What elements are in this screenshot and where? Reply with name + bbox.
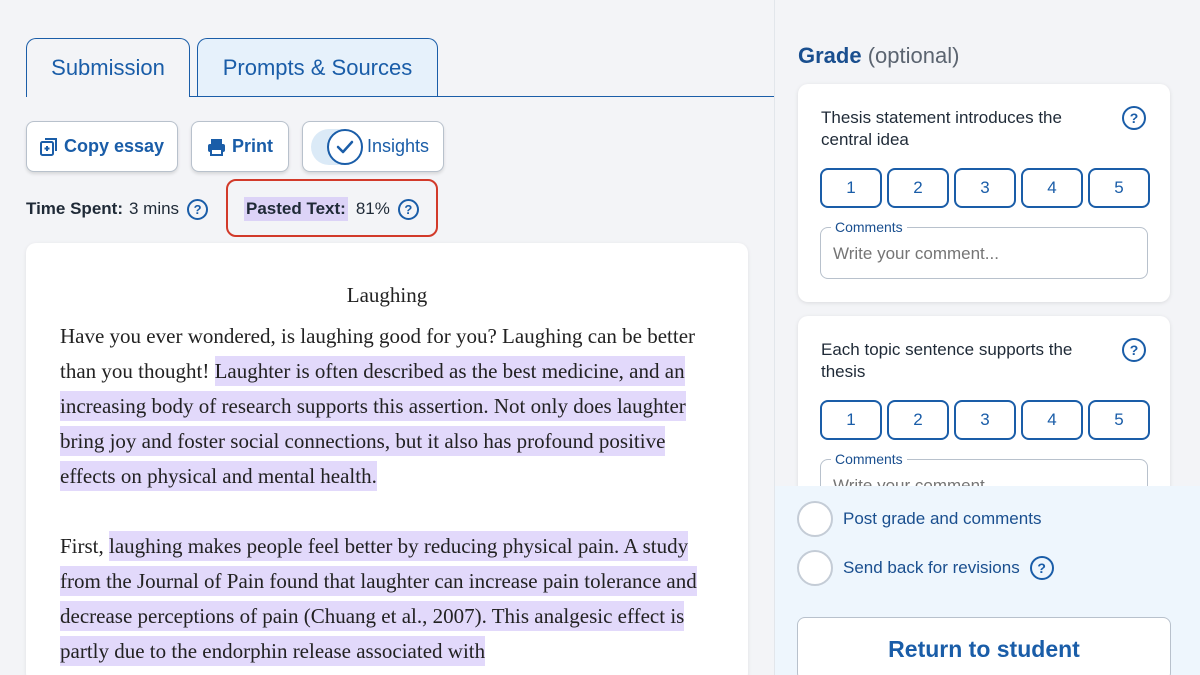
comment-input[interactable] [833, 244, 1133, 264]
print-button[interactable]: Print [191, 121, 289, 172]
score-button-5[interactable]: 5 [1088, 168, 1150, 208]
grading-panel: Grade (optional) Thesis statement introd… [774, 0, 1200, 675]
time-spent: Time Spent: 3 mins ? [26, 196, 209, 222]
pasted-text-value: 81% [355, 199, 390, 218]
post-grade-radio[interactable] [797, 501, 833, 537]
check-icon [327, 128, 363, 165]
time-spent-value: 3 mins [128, 199, 180, 218]
send-back-radio[interactable] [797, 550, 833, 586]
print-label: Print [231, 136, 273, 156]
essay-paragraph: Have you ever wondered, is laughing good… [60, 319, 714, 494]
score-button-3[interactable]: 3 [954, 400, 1016, 440]
essay-text: First, [60, 534, 110, 558]
grade-actions-footer: Post grade and comments Send back for re… [775, 486, 1200, 675]
score-button-4[interactable]: 4 [1021, 168, 1083, 208]
score-buttons: 1 2 3 4 5 [820, 168, 1155, 208]
tab-bar: Submission Prompts & Sources [26, 38, 438, 97]
tab-prompts-sources[interactable]: Prompts & Sources [197, 38, 438, 97]
insights-toggle[interactable]: Insights [302, 121, 444, 172]
printer-icon [207, 138, 226, 156]
grade-heading: Grade (optional) [798, 43, 959, 69]
criterion-help-icon[interactable]: ? [1122, 338, 1146, 362]
pasted-highlight: laughing makes people feel better by red… [60, 531, 697, 666]
essay-document: Laughing Have you ever wondered, is laug… [26, 243, 748, 675]
essay-paragraph: First, laughing makes people feel better… [60, 529, 714, 669]
comment-label: Comments [831, 219, 907, 235]
toolbar: Copy essay Print Insights [26, 121, 444, 172]
score-button-2[interactable]: 2 [887, 168, 949, 208]
time-spent-help-icon[interactable]: ? [187, 198, 209, 220]
insights-label: Insights [367, 136, 430, 156]
score-button-4[interactable]: 4 [1021, 400, 1083, 440]
copy-essay-label: Copy essay [63, 136, 165, 156]
criterion-text: Thesis statement introduces the central … [821, 108, 1062, 149]
grade-title: Grade [798, 43, 862, 68]
score-button-2[interactable]: 2 [887, 400, 949, 440]
tab-submission[interactable]: Submission [26, 38, 190, 97]
score-button-3[interactable]: 3 [954, 168, 1016, 208]
post-grade-label: Post grade and comments [843, 509, 1042, 528]
pasted-text-label: Pasted Text: [244, 197, 348, 221]
insights-switch[interactable] [311, 128, 363, 165]
send-back-option[interactable]: Send back for revisions ? [797, 550, 1054, 586]
pasted-text-help-icon[interactable]: ? [397, 198, 419, 220]
criterion-text: Each topic sentence supports the thesis [821, 340, 1073, 381]
time-spent-label: Time Spent: [26, 199, 123, 218]
comment-field[interactable]: Comments [820, 219, 1148, 279]
score-button-1[interactable]: 1 [820, 168, 882, 208]
copy-essay-button[interactable]: Copy essay [26, 121, 178, 172]
criterion-help-icon[interactable]: ? [1122, 106, 1146, 130]
score-button-1[interactable]: 1 [820, 400, 882, 440]
rubric-criterion-card: Thesis statement introduces the central … [798, 84, 1170, 302]
send-back-label: Send back for revisions [843, 558, 1020, 577]
grade-optional: (optional) [867, 43, 960, 68]
submission-panel: Submission Prompts & Sources Copy essay … [0, 0, 774, 675]
score-buttons: 1 2 3 4 5 [820, 400, 1155, 440]
return-to-student-button[interactable]: Return to student [797, 617, 1171, 675]
essay-title: Laughing [346, 283, 428, 307]
send-back-help-icon[interactable]: ? [1029, 556, 1054, 580]
pasted-text: Pasted Text: 81% ? [244, 196, 419, 222]
score-button-5[interactable]: 5 [1088, 400, 1150, 440]
comment-label: Comments [831, 451, 907, 467]
post-grade-option[interactable]: Post grade and comments [797, 501, 1041, 537]
copy-icon [39, 137, 58, 156]
